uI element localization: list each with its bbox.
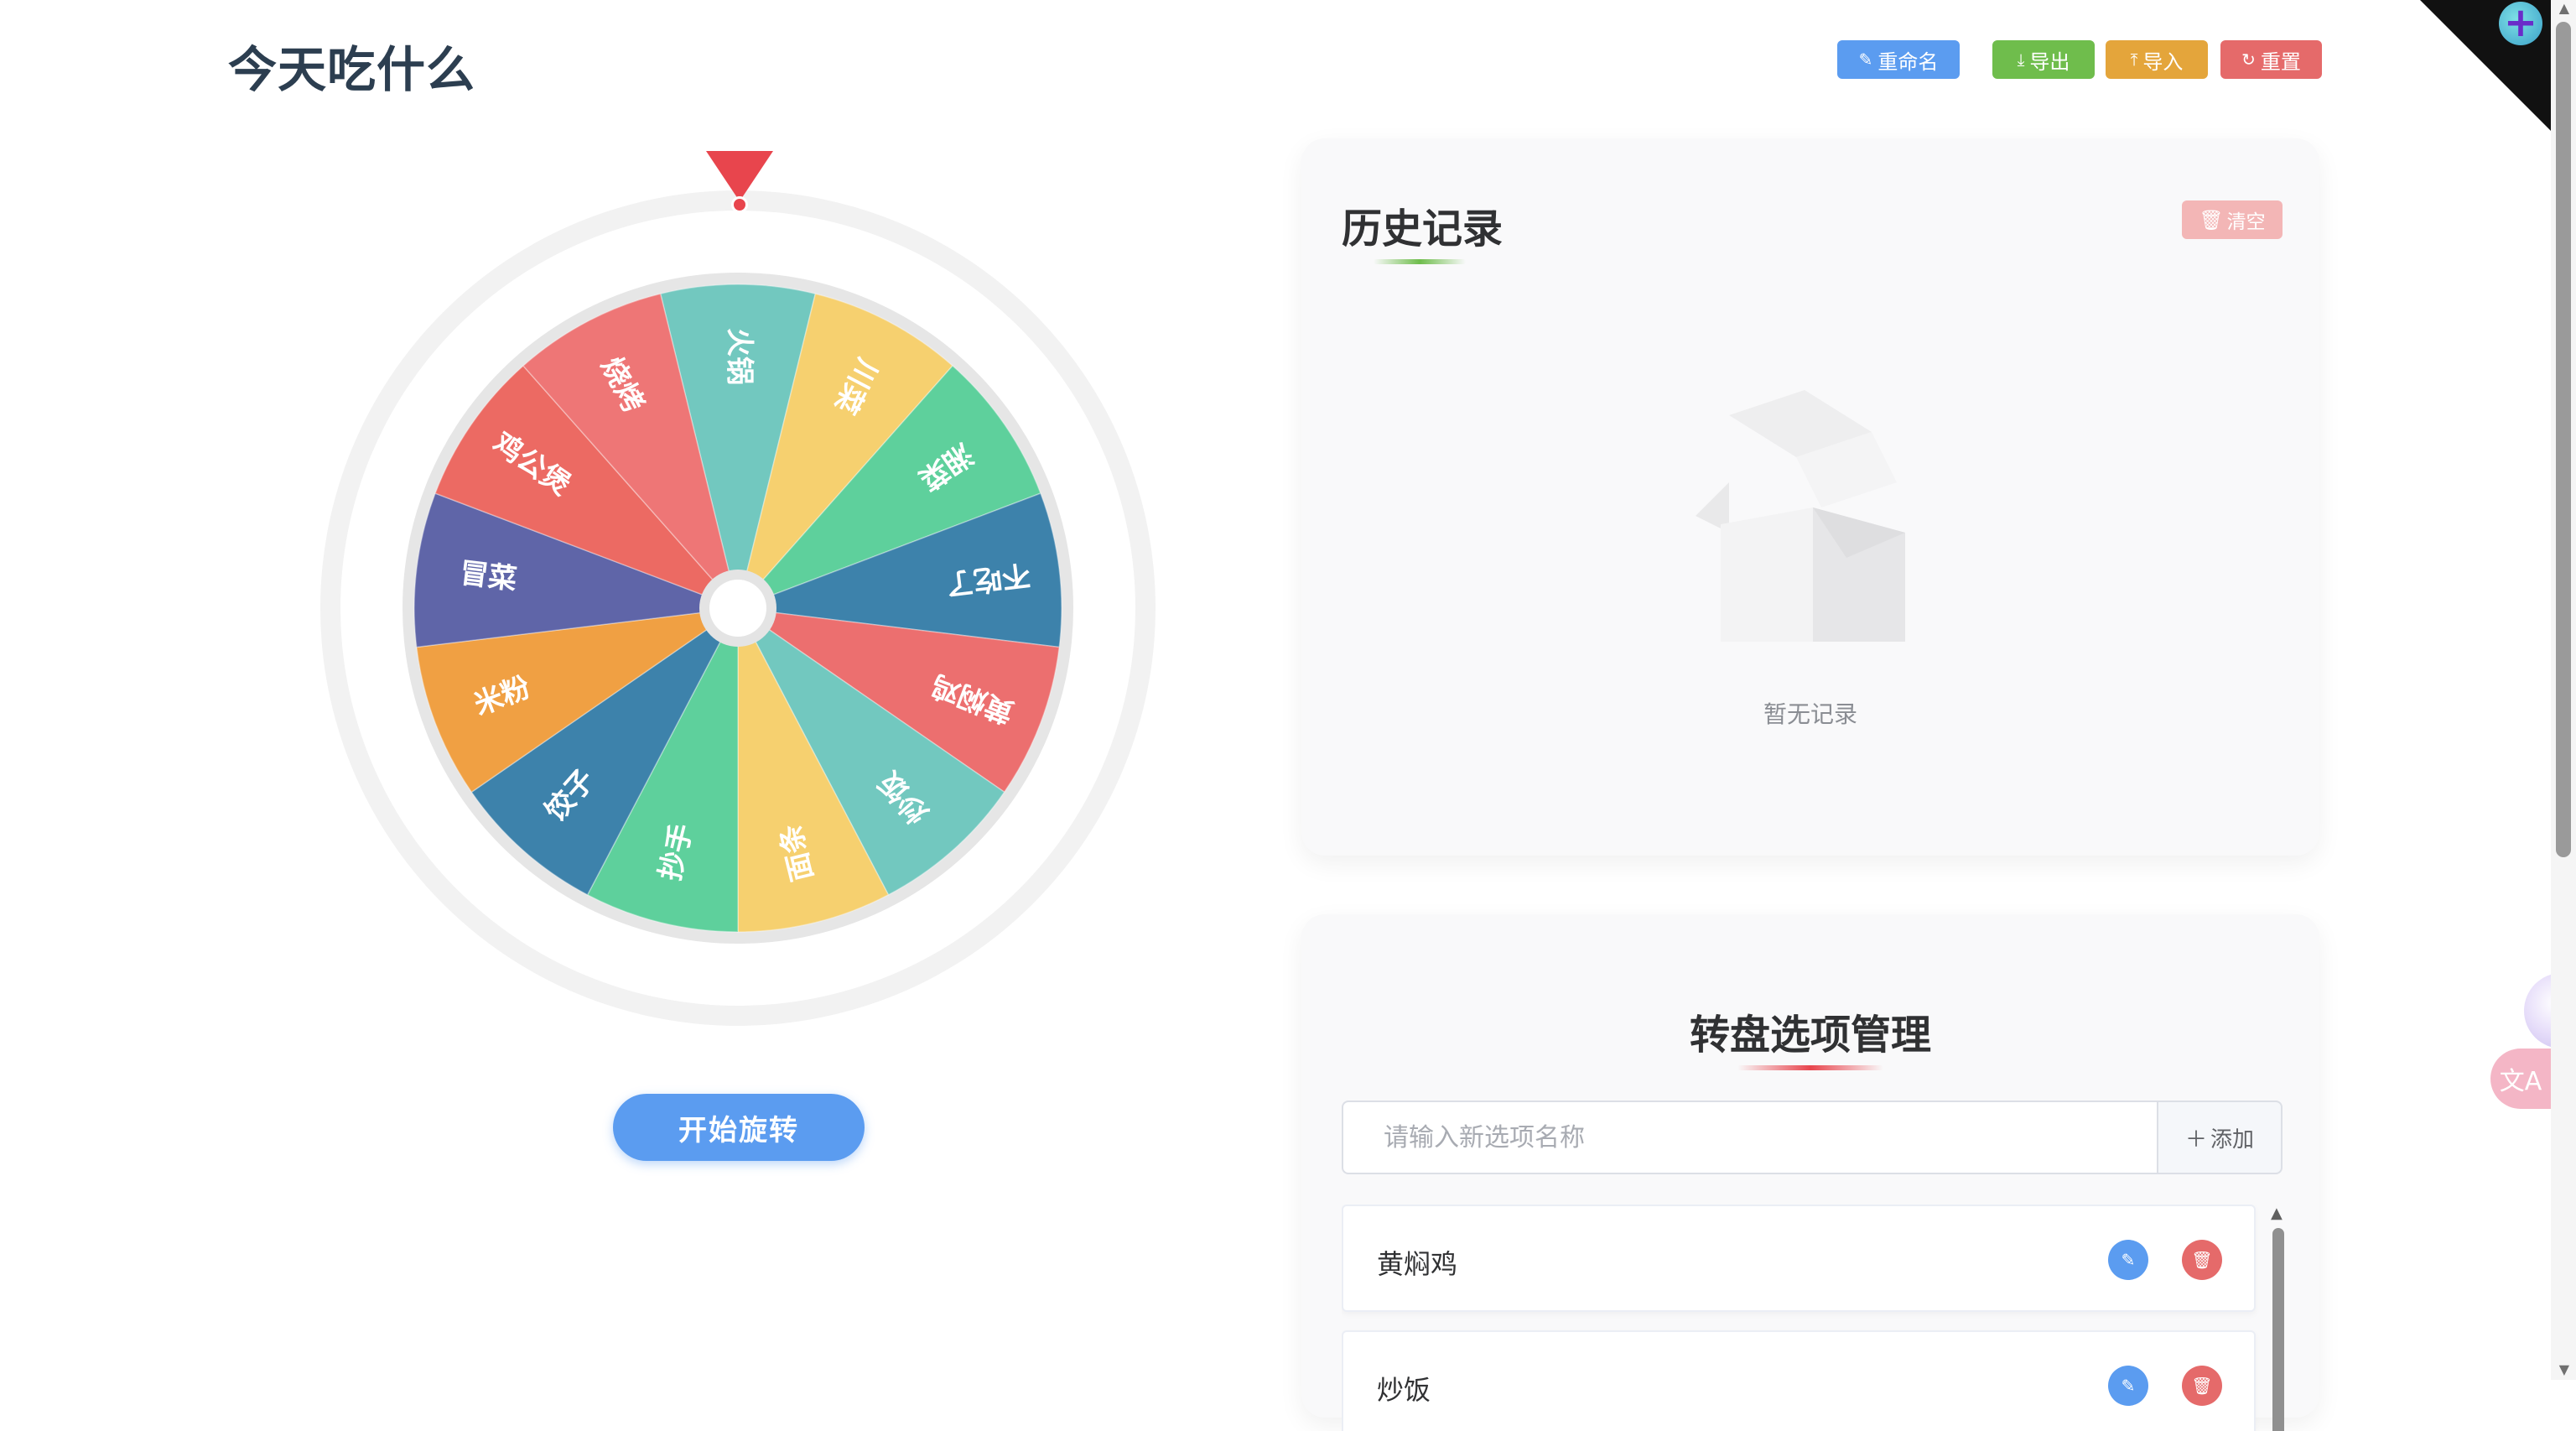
delete-option-button[interactable]: 🗑 <box>2182 1240 2222 1280</box>
option-list-scroll-thumb[interactable] <box>2272 1228 2284 1431</box>
history-title: 历史记录 <box>1342 206 1504 252</box>
scroll-up-icon[interactable]: ▲ <box>2271 1205 2283 1222</box>
wheel-segment-label: 冒菜 <box>458 556 518 596</box>
refresh-icon: ↻ <box>2241 49 2256 70</box>
import-label: 导入 <box>2142 49 2184 74</box>
manage-title-underline <box>1737 1065 1883 1070</box>
download-icon: ⤓ <box>2017 49 2025 70</box>
plus-icon: ＋ <box>2184 1127 2207 1153</box>
import-button[interactable]: ⤒ 导入 <box>2106 40 2208 79</box>
delete-option-button[interactable]: 🗑 <box>2182 1366 2222 1406</box>
edit-option-button[interactable]: ✎ <box>2108 1240 2148 1280</box>
wheel-pointer <box>706 151 773 201</box>
clear-label: 清空 <box>2226 211 2266 233</box>
option-item: 炒饭 ✎ 🗑 <box>1342 1330 2256 1431</box>
add-label: 添加 <box>2210 1127 2255 1153</box>
clear-history-button[interactable]: 🗑 清空 <box>2182 200 2283 239</box>
wheel-area: 火锅 川菜 湘菜 不吃了 黄焖鸡 炒饭 面条 抄手 饺子 米粉 冒菜 鸡公煲 烧烤 <box>319 151 1157 1057</box>
rename-label: 重命名 <box>1877 49 1939 74</box>
wheel-hub <box>709 580 766 637</box>
empty-history-text: 暂无记录 <box>1763 700 1857 728</box>
add-option-button[interactable]: ＋ 添加 <box>2157 1101 2283 1174</box>
scroll-down-icon[interactable]: ▼ <box>2559 1363 2569 1376</box>
translate-icon[interactable]: 文A <box>2490 1049 2551 1109</box>
new-option-input[interactable] <box>1342 1101 2157 1174</box>
option-name: 炒饭 <box>1377 1374 1431 1406</box>
option-name: 黄焖鸡 <box>1377 1248 1458 1280</box>
trash-icon: 🗑 <box>2199 209 2224 232</box>
manage-title: 转盘选项管理 <box>1689 1012 1931 1059</box>
wheel-segment-label: 火锅 <box>723 328 756 385</box>
edit-option-button[interactable]: ✎ <box>2108 1366 2148 1406</box>
page-scroll-thumb[interactable] <box>2556 22 2571 857</box>
upload-icon: ⤒ <box>2130 49 2138 70</box>
wheel-pointer-dot <box>731 196 748 213</box>
wheel[interactable]: 火锅 川菜湘菜不吃了黄焖鸡炒饭面条抄手饺子米粉冒菜鸡公煲烧烤 <box>319 151 1157 1057</box>
plus-icon[interactable]: + <box>2499 2 2542 45</box>
export-label: 导出 <box>2029 49 2070 74</box>
history-title-underline <box>1374 259 1466 264</box>
history-card: 历史记录 🗑 清空 暂无记录 <box>1301 138 2319 856</box>
rename-button[interactable]: ✎ 重命名 <box>1837 40 1960 79</box>
option-list[interactable]: 黄焖鸡 ✎ 🗑 炒饭 ✎ 🗑 ▲ <box>1342 1205 2299 1431</box>
reset-button[interactable]: ↻ 重置 <box>2220 40 2322 79</box>
export-button[interactable]: ⤓ 导出 <box>1992 40 2095 79</box>
page-title: 今天吃什么 <box>228 41 476 98</box>
empty-box-icon <box>1696 390 1905 642</box>
page-scrollbar[interactable]: ▲ ▼ <box>2551 0 2576 1380</box>
scroll-up-icon[interactable]: ▲ <box>2559 2 2569 15</box>
edit-icon: ✎ <box>1858 49 1873 70</box>
reset-label: 重置 <box>2260 49 2301 74</box>
spin-button[interactable]: 开始旋转 <box>613 1094 865 1161</box>
option-list-scrollbar[interactable]: ▲ <box>2271 1205 2286 1431</box>
option-item: 黄焖鸡 ✎ 🗑 <box>1342 1205 2256 1312</box>
options-manage-card: 转盘选项管理 ＋ 添加 黄焖鸡 ✎ 🗑 炒饭 ✎ 🗑 ▲ <box>1301 914 2319 1431</box>
